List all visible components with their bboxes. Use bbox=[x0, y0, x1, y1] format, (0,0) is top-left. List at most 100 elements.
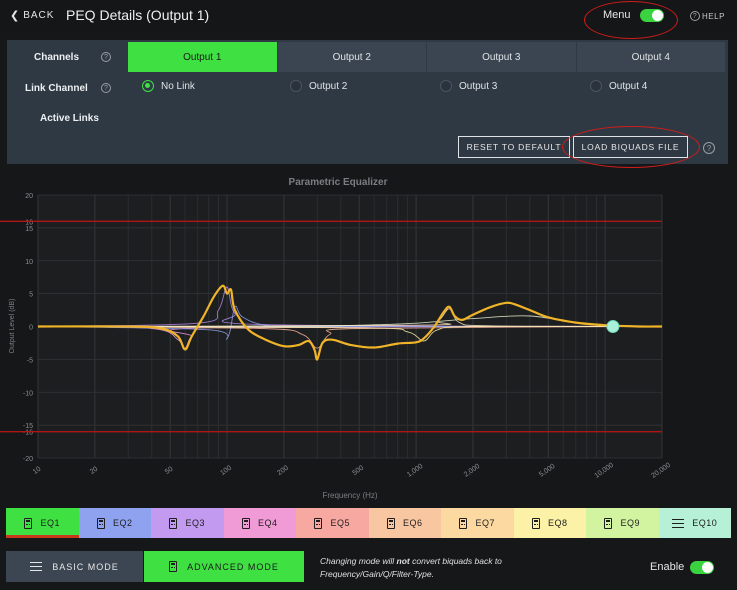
link-channel-radios: No Link Output 2 Output 3 Output 4 bbox=[140, 80, 700, 96]
load-biquads-highlight-ring bbox=[562, 126, 700, 168]
sliders-icon bbox=[30, 562, 43, 572]
tab-output-2[interactable]: Output 2 bbox=[277, 42, 427, 72]
toggle-knob bbox=[652, 10, 663, 21]
eq-handle-point[interactable] bbox=[606, 320, 620, 333]
calculator-icon bbox=[314, 517, 323, 529]
enable-toggle[interactable] bbox=[690, 561, 714, 574]
radio-dot bbox=[590, 80, 602, 92]
radio-output-3[interactable]: Output 3 bbox=[440, 80, 497, 92]
eq-tab-label: EQ10 bbox=[692, 518, 718, 528]
calculator-icon bbox=[96, 517, 105, 529]
eq-tab-9[interactable]: EQ9 bbox=[586, 508, 659, 538]
handle-layer[interactable] bbox=[606, 320, 620, 333]
peq-chart[interactable]: 20 16 15 10 5 0 -5 -10 -15 -16 -20 10 20 50 100 200 500 1… bbox=[0, 170, 737, 502]
advanced-mode-label: ADVANCED MODE bbox=[187, 561, 279, 572]
x-tick-label: 10,000 bbox=[593, 462, 615, 480]
page-title: PEQ Details (Output 1) bbox=[66, 7, 210, 23]
radio-label: Output 4 bbox=[609, 80, 648, 92]
channel-tabs: Output 1 Output 2 Output 3 Output 4 bbox=[128, 42, 726, 72]
y-tick-label: -10 bbox=[23, 390, 33, 397]
eq-tab-10[interactable]: EQ10 bbox=[658, 508, 731, 538]
top-bar: ❮ BACK PEQ Details (Output 1) Menu ? HEL… bbox=[0, 0, 737, 39]
eq-tab-3[interactable]: EQ3 bbox=[151, 508, 224, 538]
advanced-mode-button[interactable]: ADVANCED MODE bbox=[144, 551, 304, 582]
x-tick-label: 100 bbox=[219, 464, 233, 476]
menu-highlight-ring bbox=[584, 1, 678, 39]
x-axis-label: Frequency (Hz) bbox=[322, 491, 377, 500]
radio-label: Output 3 bbox=[459, 80, 498, 92]
back-button[interactable]: ❮ BACK bbox=[10, 9, 54, 22]
tab-output-3[interactable]: Output 3 bbox=[427, 42, 577, 72]
radio-output-4[interactable]: Output 4 bbox=[590, 80, 647, 92]
x-tick-label: 5,000 bbox=[538, 463, 556, 479]
radio-dot bbox=[440, 80, 452, 92]
channels-label: Channels bbox=[34, 52, 80, 63]
help-label: HELP bbox=[702, 11, 725, 21]
radio-dot bbox=[142, 80, 154, 92]
eq-tab-label: EQ7 bbox=[475, 518, 495, 528]
eq-tab-1[interactable]: EQ1 bbox=[6, 508, 79, 538]
channels-help-icon[interactable]: ? bbox=[101, 52, 111, 62]
link-channel-label: Link Channel bbox=[25, 83, 88, 94]
help-button[interactable]: ? HELP bbox=[690, 11, 725, 21]
eq-tab-label: EQ6 bbox=[402, 518, 423, 528]
x-tick-label: 10 bbox=[32, 466, 42, 476]
eq-tab-bar: EQ1 EQ2 EQ3 EQ4 EQ5 EQ6 EQ7 EQ8 EQ9 EQ10 bbox=[6, 508, 731, 538]
x-tick-label: 20 bbox=[89, 466, 99, 476]
eq-tab-label: EQ8 bbox=[547, 518, 568, 528]
actions-help-icon[interactable]: ? bbox=[703, 142, 715, 154]
y-tick-label: 15 bbox=[25, 226, 33, 233]
calculator-icon bbox=[24, 517, 33, 529]
calculator-icon bbox=[459, 517, 468, 529]
eq-tab-label: EQ2 bbox=[112, 518, 133, 528]
active-links-label: Active Links bbox=[40, 113, 99, 124]
chart-svg[interactable]: 2016151050-5-10-15-16-2010 20 50 100 200 500 1… bbox=[0, 170, 737, 502]
calculator-icon bbox=[169, 517, 178, 529]
basic-mode-button[interactable]: BASIC MODE bbox=[6, 551, 143, 582]
eq-tab-4[interactable]: EQ4 bbox=[223, 508, 296, 538]
radio-dot bbox=[290, 80, 302, 92]
menu-toggle[interactable] bbox=[640, 9, 664, 22]
x-tick-label: 500 bbox=[352, 464, 366, 476]
x-tick-label: 2,000 bbox=[463, 463, 481, 479]
eq-tab-8[interactable]: EQ8 bbox=[513, 508, 586, 538]
link-channel-help-icon[interactable]: ? bbox=[101, 83, 111, 93]
eq-tab-6[interactable]: EQ6 bbox=[368, 508, 441, 538]
note-bold: not bbox=[396, 556, 410, 566]
radio-no-link[interactable]: No Link bbox=[142, 80, 195, 92]
radio-label: Output 2 bbox=[309, 80, 348, 92]
y-tick-label: -16 bbox=[23, 430, 33, 437]
eq-tab-label: EQ9 bbox=[620, 518, 640, 528]
tab-output-4[interactable]: Output 4 bbox=[576, 42, 726, 72]
eq-tab-5[interactable]: EQ5 bbox=[296, 508, 369, 538]
tab-output-1[interactable]: Output 1 bbox=[128, 42, 278, 72]
eq-tab-label: EQ1 bbox=[40, 518, 60, 528]
y-axis-label: Output Level (dB) bbox=[9, 299, 16, 354]
note-prefix: Changing mode will bbox=[320, 556, 397, 566]
calculator-icon bbox=[604, 517, 613, 529]
x-tick-label: 50 bbox=[164, 466, 174, 476]
toggle-knob bbox=[702, 562, 713, 573]
calculator-icon bbox=[531, 517, 540, 529]
help-icon: ? bbox=[690, 11, 700, 21]
y-tick-label: 0 bbox=[29, 325, 33, 332]
radio-label: No Link bbox=[161, 80, 195, 92]
x-tick-label: 200 bbox=[276, 464, 290, 476]
eq-tab-label: EQ4 bbox=[257, 518, 278, 528]
eq-tab-label: EQ3 bbox=[185, 518, 205, 528]
reset-to-default-button[interactable]: RESET TO DEFAULT bbox=[458, 136, 570, 158]
y-tick-label: 10 bbox=[25, 259, 33, 266]
sliders-icon bbox=[672, 518, 685, 528]
x-tick-label: 1,000 bbox=[406, 463, 424, 479]
radio-output-2[interactable]: Output 2 bbox=[290, 80, 347, 92]
basic-mode-label: BASIC MODE bbox=[52, 561, 119, 572]
calculator-icon bbox=[241, 517, 250, 529]
enable-label: Enable bbox=[650, 561, 685, 573]
y-tick-label: -20 bbox=[23, 456, 33, 463]
x-tick-label: 20,000 bbox=[650, 462, 672, 480]
eq-tab-2[interactable]: EQ2 bbox=[78, 508, 151, 538]
chevron-left-icon: ❮ bbox=[10, 10, 21, 22]
y-tick-label: -5 bbox=[27, 357, 33, 364]
eq-tab-7[interactable]: EQ7 bbox=[441, 508, 514, 538]
back-label: BACK bbox=[23, 10, 55, 21]
